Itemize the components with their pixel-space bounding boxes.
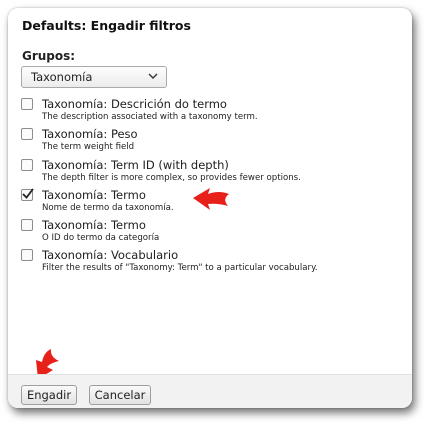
filter-option-description: The depth filter is more complex, so pro…	[42, 172, 301, 183]
dialog-title: Defaults: Engadir filtros	[22, 18, 191, 33]
filter-option-description: The description associated with a taxono…	[42, 112, 258, 122]
filter-checkbox[interactable]	[21, 128, 33, 141]
cancel-button[interactable]: Cancelar	[89, 385, 151, 405]
dialog-footer: Engadir Cancelar	[8, 374, 412, 408]
filter-option-label: Taxonomía: Term ID (with depth)	[42, 157, 229, 172]
checkmark-icon	[22, 188, 34, 199]
filter-option-description: O ID do termo da categoría	[42, 233, 160, 244]
add-button[interactable]: Engadir	[21, 385, 77, 405]
groups-select[interactable]: Taxonomía	[21, 66, 167, 88]
filter-option-description: Filter the results of "Taxonomy: Term" t…	[42, 263, 318, 274]
groups-label: Grupos:	[22, 49, 76, 63]
filter-option-label: Taxonomía: Descrición do termo	[42, 97, 227, 111]
chevron-down-icon	[148, 73, 158, 79]
filter-option-label: Taxonomía: Termo	[42, 187, 146, 202]
add-filters-dialog: Defaults: Engadir filtros Grupos: Taxono…	[8, 8, 412, 408]
groups-select-value: Taxonomía	[31, 70, 93, 84]
filter-option-description: The term weight field	[42, 142, 135, 153]
filter-option-label: Taxonomía: Termo	[42, 218, 146, 233]
filter-checkbox[interactable]	[21, 158, 33, 171]
filter-checkbox-checked[interactable]	[21, 188, 34, 201]
red-arrow-icon	[193, 188, 229, 210]
filter-checkbox[interactable]	[21, 249, 33, 262]
filter-checkbox[interactable]	[21, 219, 33, 232]
filter-option-label: Taxonomía: Vocabulario	[42, 248, 179, 263]
filter-option-description: Nome de termo da taxonomía.	[42, 202, 174, 213]
filter-checkbox[interactable]	[21, 98, 33, 110]
filter-option-label: Taxonomía: Peso	[42, 127, 138, 142]
